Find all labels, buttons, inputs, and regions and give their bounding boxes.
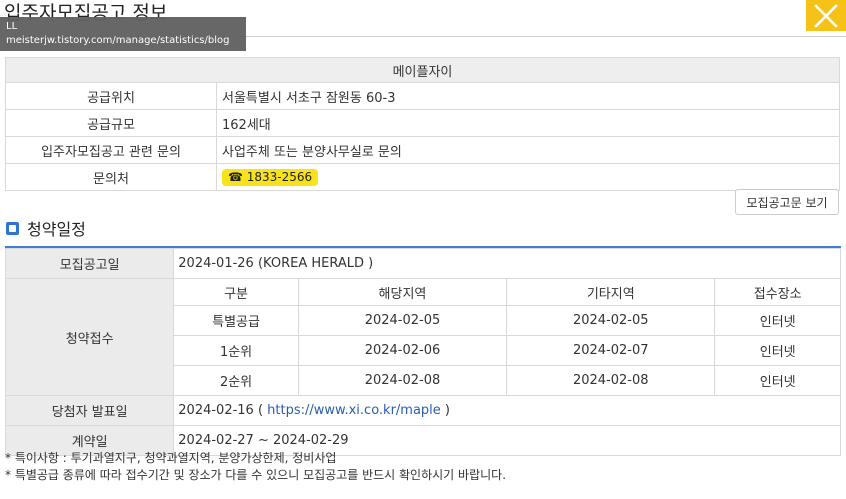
inquiry-value: 사업주체 또는 분양사무실로 문의 xyxy=(216,136,840,164)
note-line: * 특이사항 : 투기과열지구, 청약과열지역, 분양가상한제, 정비사업 xyxy=(5,451,337,465)
winner-date: 2024-02-16 ( xyxy=(178,403,268,418)
tooltip-title: LL xyxy=(6,21,18,32)
table-row: 당첨자 발표일 2024-02-16 ( https://www.xi.co.k… xyxy=(4,395,841,426)
tooltip-url: meisterjw.tistory.com/manage/statistics/… xyxy=(6,35,230,46)
winner-link[interactable]: https://www.xi.co.kr/maple xyxy=(267,403,441,418)
section-title: 청약일정 xyxy=(27,220,86,239)
table-row: 문의처 ☎ 1833-2566 xyxy=(5,163,840,191)
close-icon xyxy=(814,3,838,28)
supply-size-value: 162세대 xyxy=(216,109,840,137)
table-cell: 2024-02-08 xyxy=(297,365,508,396)
complex-name: 메이플자이 xyxy=(5,57,840,83)
square-bullet-icon xyxy=(6,221,19,235)
table-cell: 2024-02-08 xyxy=(506,365,716,396)
notes: * 특이사항 : 투기과열지구, 청약과열지역, 분양가상한제, 정비사업 * … xyxy=(5,450,506,484)
inquiry-label: 입주자모집공고 관련 문의 xyxy=(5,136,217,164)
column-header: 해당지역 xyxy=(297,278,508,306)
table-cell: 2024-02-07 xyxy=(506,335,716,366)
supply-location-label: 공급위치 xyxy=(5,82,217,110)
table-cell: 인터넷 xyxy=(714,365,841,396)
table-row: 모집공고일 2024-01-26 (KOREA HERALD ) xyxy=(4,248,841,279)
winner-label: 당첨자 발표일 xyxy=(4,395,175,426)
table-cell: 2024-02-05 xyxy=(506,305,716,336)
announce-label: 모집공고일 xyxy=(4,248,175,279)
url-tooltip: LL meisterjw.tistory.com/manage/statisti… xyxy=(0,17,246,51)
announce-value: 2024-01-26 (KOREA HERALD ) xyxy=(173,248,841,279)
table-cell: 2024-02-05 xyxy=(297,305,508,336)
table-cell: 특별공급 xyxy=(173,305,299,336)
contact-label: 문의처 xyxy=(5,163,217,191)
phone-number-badge[interactable]: ☎ 1833-2566 xyxy=(222,168,319,186)
complex-info-table: 메이플자이 공급위치 서울특별시 서초구 잠원동 60-3 공급규모 162세대… xyxy=(5,57,840,191)
table-cell: 인터넷 xyxy=(714,335,841,366)
table-row: 공급규모 162세대 xyxy=(5,109,840,137)
table-row: 입주자모집공고 관련 문의 사업주체 또는 분양사무실로 문의 xyxy=(5,136,840,164)
column-header: 접수장소 xyxy=(714,278,841,306)
schedule-table: 모집공고일 2024-01-26 (KOREA HERALD ) 청약접수 구분… xyxy=(4,248,841,456)
table-row: 청약접수 구분 해당지역 기타지역 접수장소 xyxy=(4,278,841,396)
table-row: 공급위치 서울특별시 서초구 잠원동 60-3 xyxy=(5,82,840,110)
table-cell: 2순위 xyxy=(173,365,299,396)
column-header: 기타지역 xyxy=(506,278,716,306)
note-line: * 특별공급 종류에 따라 접수기간 및 장소가 다를 수 있으니 모집공고를 … xyxy=(5,468,507,482)
table-cell: 2024-02-06 xyxy=(297,335,508,366)
apply-label: 청약접수 xyxy=(4,278,175,396)
supply-location-value: 서울특별시 서초구 잠원동 60-3 xyxy=(216,82,840,110)
table-cell: 인터넷 xyxy=(714,305,841,336)
winner-suffix: ) xyxy=(440,403,451,418)
column-header: 구분 xyxy=(173,278,299,306)
table-cell: 1순위 xyxy=(173,335,299,366)
supply-size-label: 공급규모 xyxy=(5,109,217,137)
close-button[interactable] xyxy=(806,0,846,31)
section-header: 청약일정 xyxy=(6,216,86,240)
view-notice-button[interactable]: 모집공고문 보기 xyxy=(735,189,839,215)
